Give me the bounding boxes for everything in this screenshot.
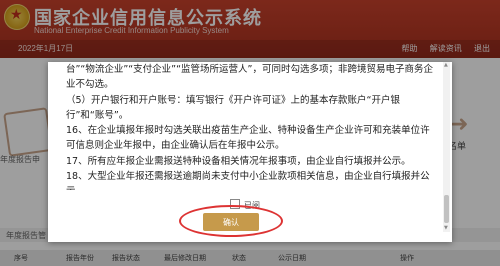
notice-paragraph: （5）开户银行和开户账号：填写银行《开户许可证》上的基本存款账户“开户银行”和“… — [66, 94, 400, 121]
scrollbar-thumb[interactable] — [444, 195, 449, 223]
notice-paragraph: 17、所有应年报企业需报送特种设备相关情况年报事项，由企业自行填报并公示。 — [66, 155, 411, 167]
notice-paragraph: 16、在企业填报年报时勾选关联出疫苗生产企业、特种设备生产企业许可和充装单位许可… — [66, 125, 430, 152]
notice-text: 台”“物流企业”“支付企业”“监管场所运营人”，可同时勾选多项；非跨境贸易电子商… — [66, 62, 438, 190]
notice-paragraph: 18、大型企业年报还需报送逾期尚未支付中小企业款项相关信息，由企业自行填报并公示… — [66, 171, 430, 190]
scroll-down-icon[interactable]: ▼ — [444, 226, 449, 231]
scroll-up-icon[interactable]: ▲ — [444, 63, 449, 68]
highlight-annotation — [179, 205, 283, 237]
notice-paragraph: 台”“物流企业”“支付企业”“监管场所运营人”，可同时勾选多项；非跨境贸易电子商… — [66, 64, 433, 91]
notice-dialog: 台”“物流企业”“支付企业”“监管场所运营人”，可同时勾选多项；非跨境贸易电子商… — [48, 62, 452, 242]
